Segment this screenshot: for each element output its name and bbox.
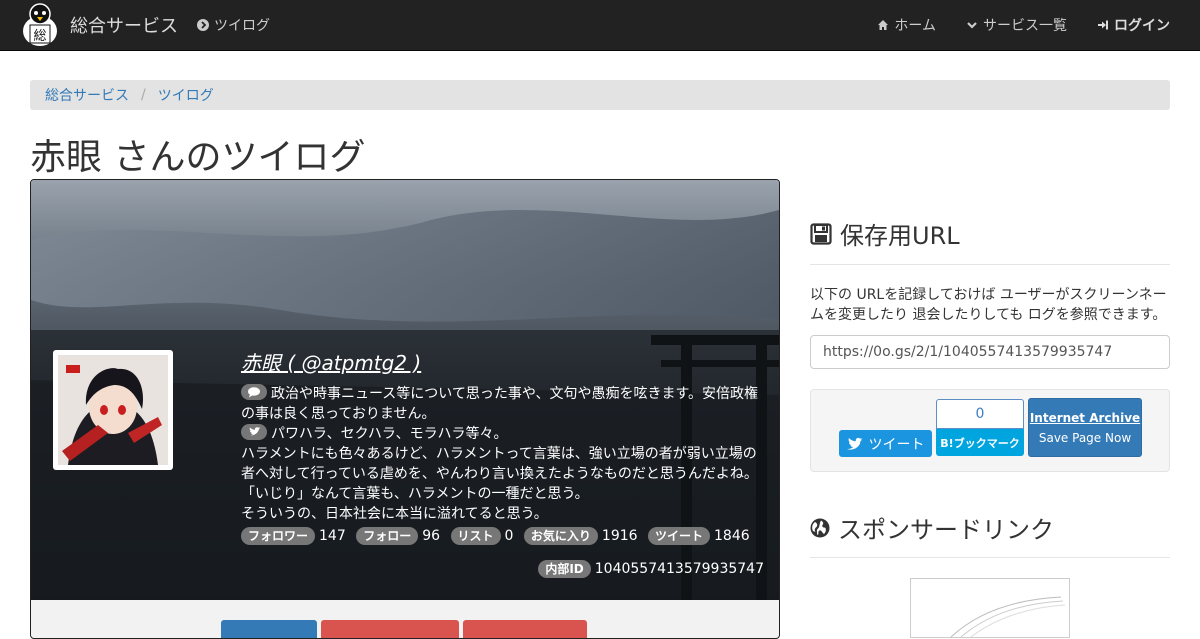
bio-twitter: パワハラ、セクハラ、モラハラ等々。 (241, 424, 769, 444)
stat-tweets-label: ツイート (648, 527, 711, 545)
stat-followers-label: フォロワー (241, 527, 316, 545)
avatar[interactable] (58, 355, 168, 465)
hatena-bookmark[interactable]: 0 B!ブックマーク (936, 399, 1024, 457)
avatar-frame (53, 350, 173, 470)
home-icon (878, 20, 889, 30)
save-url-description: 以下の URLを記録しておけば ユーザーがスクリーンネームを変更したり 退会した… (810, 287, 1167, 323)
svg-text:総: 総 (33, 29, 46, 44)
twitter-icon (241, 424, 267, 440)
sponsored-ad[interactable] (910, 578, 1070, 638)
bio-line-5: そういうの、日本社会に本当に溢れてると思う。 (241, 506, 548, 522)
save-url-title: 保存用URL (840, 222, 960, 250)
breadcrumb-item-home[interactable]: 総合サービス (45, 85, 129, 105)
nav-tsuilog-link[interactable]: ツイログ (197, 0, 270, 50)
tweet-button[interactable]: ツイート (839, 430, 932, 457)
stat-lists-value: 0 (504, 528, 514, 544)
save-url-input[interactable] (810, 335, 1170, 369)
breadcrumb: 総合サービス / ツイログ (30, 80, 1170, 110)
save-icon (810, 222, 832, 245)
breadcrumb-separator: / (141, 87, 146, 103)
sponsor-heading: スポンサードリンク (810, 510, 1054, 545)
chevron-circle-right-icon (197, 19, 209, 31)
bio-description: 政治や時事ニュース等について思った事や、文句や愚痴を呟きます。安倍政権の事は良く… (241, 384, 769, 424)
stat-tweets-value: 1846 (714, 528, 750, 544)
internal-id-label: 内部ID (538, 560, 591, 578)
comment-icon (241, 384, 267, 400)
internet-archive-subtitle: Save Page Now (1038, 431, 1132, 445)
ad-graphic (950, 596, 1066, 637)
globe-icon (810, 518, 830, 537)
nav-home[interactable]: ホーム (877, 15, 936, 35)
internal-id: 内部ID 1040557413579935747 (538, 560, 764, 578)
penguin-logo-icon: 総 (23, 3, 57, 46)
nav-tsuilog-label: ツイログ (214, 18, 270, 34)
sponsor-title: スポンサードリンク (838, 516, 1054, 544)
hatena-bookmark-button[interactable]: B!ブックマーク (936, 429, 1024, 456)
page-title: 赤眼 さんのツイログ (30, 137, 366, 178)
nav-login[interactable]: ログイン (1097, 15, 1170, 35)
stat-favorites-label: お気に入り (523, 527, 598, 545)
profile-card: 赤眼 ( @atpmtg2 ) 政治や時事ニュース等について思った事や、文句や愚… (30, 179, 780, 639)
stat-followers-value: 147 (319, 528, 346, 544)
sign-in-icon (1098, 20, 1108, 30)
internal-id-value: 1040557413579935747 (594, 561, 764, 577)
brand-title: 総合サービス (70, 16, 178, 37)
bio-line-1: 政治や時事ニュース等について思った事や、文句や愚痴を呟きます。安倍政権の事は良く… (241, 386, 759, 422)
internet-archive-button[interactable]: Internet Archive Save Page Now (1028, 398, 1142, 457)
chevron-down-icon (967, 22, 977, 29)
breadcrumb-item-tsuilog[interactable]: ツイログ (158, 85, 214, 105)
stat-favorites-value: 1916 (601, 528, 638, 544)
stat-following-label: フォロー (356, 527, 419, 545)
nav-services[interactable]: サービス一覧 (966, 15, 1067, 35)
bio-line-3: ハラメントにも色々あるけど、ハラメントって言葉は、強い立場の者が弱い立場の者へ対… (241, 446, 758, 482)
brand-link[interactable]: 総 総合サービス (20, 2, 178, 48)
bio-line-2: パワハラ、セクハラ、モラハラ等々。 (271, 426, 508, 442)
hatena-count: 0 (936, 399, 1024, 429)
twitter-bird-icon (846, 437, 862, 450)
divider (810, 557, 1170, 558)
nav-login-label: ログイン (1114, 18, 1170, 34)
profile-info: 赤眼 ( @atpmtg2 ) 政治や時事ニュース等について思った事や、文句や愚… (241, 350, 769, 546)
internet-archive-title: Internet Archive (1029, 411, 1141, 425)
share-panel: ツイート 0 B!ブックマーク Internet Archive Save Pa… (810, 389, 1170, 472)
navbar: 総 総合サービス ツイログ ホーム サービス一覧 ログイン (0, 0, 1200, 51)
profile-stats: フォロワー 147 フォロー 96 リスト 0 お気に入り 1916 ツイート 1846 (241, 526, 769, 546)
stat-lists-label: リスト (450, 527, 501, 545)
bio-line-4: 「いじり」なんて言葉も、ハラメントの一種だと思う。 (241, 486, 589, 502)
save-url-heading: 保存用URL (810, 216, 960, 251)
profile-name-link[interactable]: 赤眼 ( @atpmtg2 ) (241, 350, 769, 376)
tweet-button-label: ツイート (868, 436, 925, 453)
nav-home-label: ホーム (894, 18, 936, 34)
stat-following-value: 96 (422, 528, 441, 544)
divider (810, 264, 1170, 265)
nav-services-label: サービス一覧 (983, 18, 1067, 34)
nav-right: ホーム サービス一覧 ログイン (847, 0, 1170, 50)
